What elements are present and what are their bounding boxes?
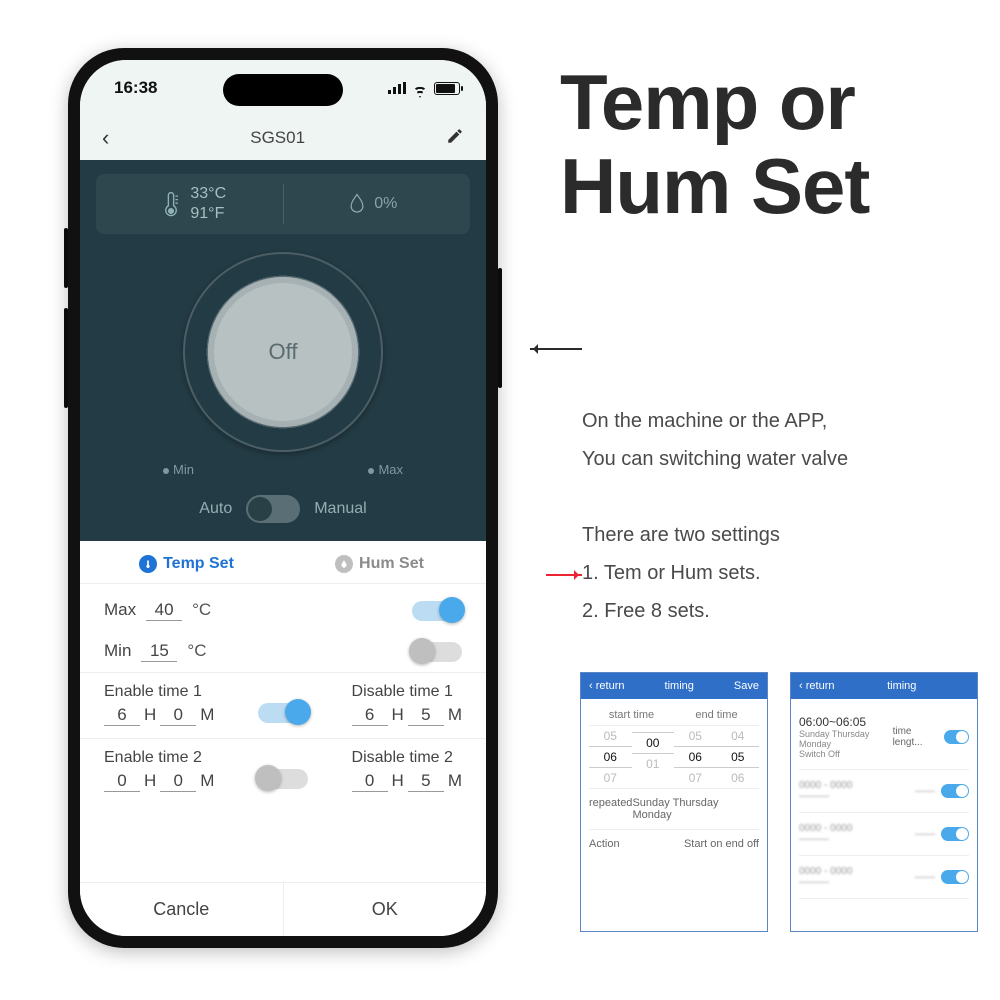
tab-temp-label: Temp Set	[163, 555, 234, 573]
dial-max-label: Max	[378, 462, 403, 477]
arrow-right-icon	[546, 574, 582, 576]
power-dial-label: Off	[208, 277, 358, 427]
promo-heading: Temp orHum Set	[560, 60, 980, 228]
time1-toggle[interactable]	[258, 703, 308, 723]
disable-time2-label: Disable time 2	[352, 749, 462, 767]
readings-card: 33°C 91°F 0%	[96, 174, 470, 234]
mode-switch-row: Auto Manual	[96, 495, 470, 523]
thumbnail-timing-list: ‹ return timing 06:00~06:05 Sunday Thurs…	[790, 672, 978, 932]
min-unit: °C	[187, 641, 206, 661]
enable1-min-input[interactable]: 0	[160, 705, 196, 726]
disable2-hour-input[interactable]: 0	[352, 771, 388, 792]
tab-hum-label: Hum Set	[359, 555, 424, 573]
max-unit: °C	[192, 600, 211, 620]
disable2-min-input[interactable]: 5	[408, 771, 444, 792]
battery-icon	[434, 82, 460, 95]
disable1-min-input[interactable]: 5	[408, 705, 444, 726]
time2-toggle[interactable]	[258, 769, 308, 789]
dial-range-labels: Min Max	[163, 462, 403, 477]
back-button[interactable]: ‹	[102, 127, 109, 149]
max-label: Max	[104, 600, 136, 620]
page-title: SGS01	[250, 128, 305, 148]
preview-thumbnails: ‹ return timing Save start timeend time …	[580, 672, 978, 932]
power-dial[interactable]: Off	[183, 252, 383, 452]
temp-reading: 33°C 91°F	[104, 184, 284, 224]
temp-fahrenheit: 91°F	[190, 204, 226, 224]
enable-time1-label: Enable time 1	[104, 683, 214, 701]
disable1-hour-input[interactable]: 6	[352, 705, 388, 726]
humidity-reading: 0%	[284, 193, 463, 215]
enable2-hour-input[interactable]: 0	[104, 771, 140, 792]
enable1-hour-input[interactable]: 6	[104, 705, 140, 726]
water-drop-icon	[348, 193, 366, 215]
promo-list: There are two settings 1. Tem or Hum set…	[582, 516, 982, 630]
arrow-left-icon	[530, 348, 582, 350]
wifi-icon	[412, 82, 428, 94]
cell-signal-icon	[388, 82, 406, 94]
disable-time1-label: Disable time 1	[352, 683, 462, 701]
title-bar: ‹ SGS01	[80, 116, 486, 160]
promo-description: On the machine or the APP, You can switc…	[582, 402, 982, 478]
min-label: Min	[104, 641, 131, 661]
settings-panel: Temp Set Hum Set Max 40 °C	[80, 541, 486, 936]
temp-celsius: 33°C	[190, 184, 226, 204]
dial-min-label: Min	[173, 462, 194, 477]
thermometer-icon	[139, 555, 157, 573]
mini-toggle-icon	[944, 730, 969, 744]
enable-time2-label: Enable time 2	[104, 749, 214, 767]
dashboard: 33°C 91°F 0% Off Min Max	[80, 160, 486, 541]
edit-button[interactable]	[446, 127, 464, 150]
thermometer-icon	[160, 190, 182, 218]
enable2-min-input[interactable]: 0	[160, 771, 196, 792]
ok-button[interactable]: OK	[284, 883, 487, 936]
phone-frame: 16:38 ‹ SGS01 33°C	[68, 48, 498, 948]
max-toggle[interactable]	[412, 601, 462, 621]
mode-manual-label: Manual	[314, 500, 366, 518]
max-input[interactable]: 40	[146, 600, 182, 621]
phone-screen: 16:38 ‹ SGS01 33°C	[80, 60, 486, 936]
tab-temp-set[interactable]: Temp Set	[90, 555, 283, 573]
min-input[interactable]: 15	[141, 641, 177, 662]
thumbnail-timing-picker: ‹ return timing Save start timeend time …	[580, 672, 768, 932]
mode-toggle[interactable]	[246, 495, 300, 523]
water-drop-icon	[335, 555, 353, 573]
notch	[223, 74, 343, 106]
cancel-button[interactable]: Cancle	[80, 883, 284, 936]
status-time: 16:38	[114, 78, 157, 98]
tab-hum-set[interactable]: Hum Set	[283, 555, 476, 573]
mode-auto-label: Auto	[199, 500, 232, 518]
humidity-value: 0%	[374, 195, 397, 213]
min-toggle[interactable]	[412, 642, 462, 662]
